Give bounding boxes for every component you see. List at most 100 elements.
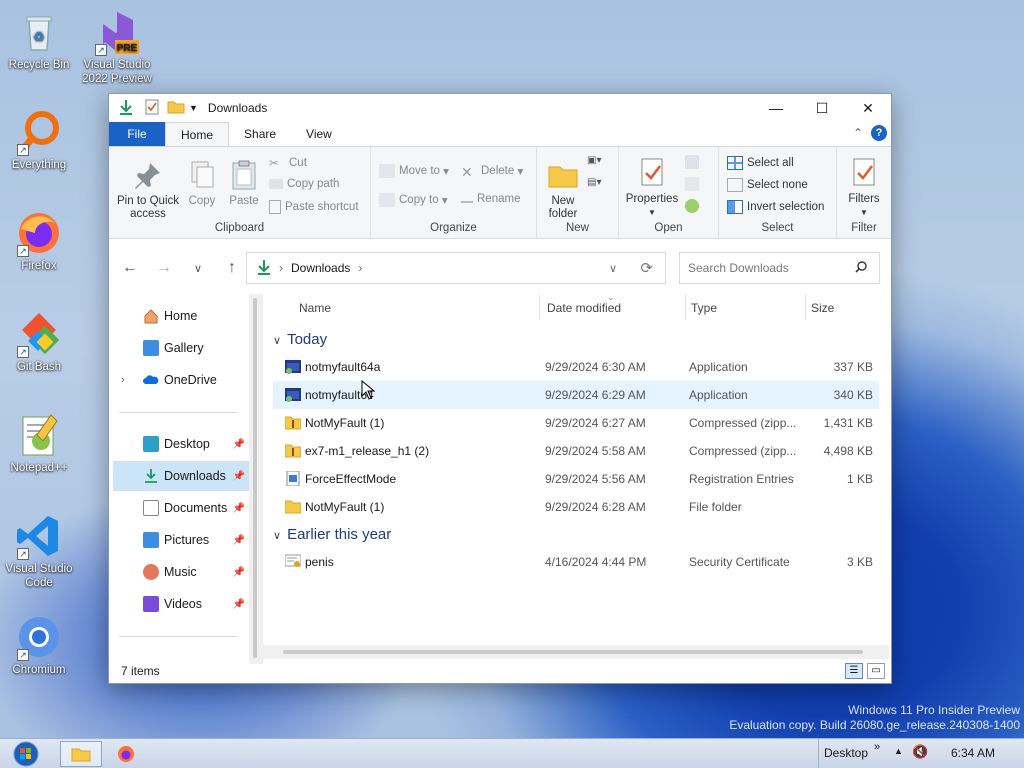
collapse-chevron-icon[interactable]: ∨ xyxy=(273,335,281,347)
show-hidden-icons-icon[interactable]: ▲ xyxy=(894,746,903,756)
tab-share[interactable]: Share xyxy=(229,122,291,146)
search-input[interactable]: Search Downloads xyxy=(688,261,789,275)
tab-view[interactable]: View xyxy=(291,122,347,146)
title-bar[interactable]: ▼ Downloads — ☐ ✕ xyxy=(109,94,891,122)
desktop-icon-everything[interactable]: ↗ Everything xyxy=(2,108,76,172)
close-button[interactable]: ✕ xyxy=(845,94,891,122)
windows-start-orb-icon xyxy=(13,741,39,766)
column-header-size[interactable]: Size xyxy=(811,301,834,315)
quick-access-dropdown-icon[interactable]: ▼ xyxy=(189,103,198,113)
desktop-icon-chromium[interactable]: ↗ Chromium xyxy=(2,613,76,677)
tab-file[interactable]: File xyxy=(109,122,165,146)
address-dropdown-icon[interactable]: ∨ xyxy=(609,262,617,275)
navigation-pane: Home Gallery › OneDrive Desktop 📌 Download… xyxy=(109,294,249,660)
file-list-horizontal-scrollbar[interactable] xyxy=(263,645,889,659)
clock[interactable]: 6:34 AM xyxy=(951,746,995,760)
volume-muted-icon[interactable]: 🔇 xyxy=(912,744,928,760)
collapse-ribbon-icon[interactable]: ⌃ xyxy=(853,126,863,140)
pin-icon[interactable]: 📌 xyxy=(233,567,245,578)
invert-selection-button[interactable]: Invert selection xyxy=(727,200,824,214)
tab-home[interactable]: Home xyxy=(165,122,230,146)
file-row[interactable]: ex7-m1_release_h1 (2) 9/29/2024 5:58 AM … xyxy=(273,437,879,465)
new-item-icon[interactable]: ▣▾ xyxy=(587,155,601,166)
desktop-icon-visual-studio-preview[interactable]: PRE ↗ Visual Studio 2022 Preview xyxy=(80,8,154,86)
up-arrow-icon[interactable]: ↑ xyxy=(215,259,249,277)
desktop-icon-notepad-plus-plus[interactable]: Notepad++ xyxy=(2,411,76,475)
pin-icon[interactable]: 📌 xyxy=(233,439,245,450)
nav-item-music[interactable]: Music 📌 xyxy=(113,557,249,587)
group-header-earlier-this-year[interactable]: ∨ Earlier this year xyxy=(273,526,391,543)
nav-pane-scrollbar[interactable] xyxy=(249,294,263,664)
properties-quick-icon[interactable] xyxy=(145,99,159,118)
file-row[interactable]: ForceEffectMode 9/29/2024 5:56 AM Regist… xyxy=(273,465,879,493)
taskbar-firefox[interactable] xyxy=(112,741,140,767)
nav-item-desktop[interactable]: Desktop 📌 xyxy=(113,429,249,459)
breadcrumb-chevron-icon[interactable]: › xyxy=(358,261,362,275)
paste-shortcut-button[interactable]: Paste shortcut xyxy=(269,200,359,214)
maximize-button[interactable]: ☐ xyxy=(799,94,845,122)
desktop-toolbar-label[interactable]: Desktop xyxy=(824,746,868,760)
filters-button[interactable]: Filters ▼ xyxy=(841,157,887,219)
forward-arrow-icon[interactable]: → xyxy=(147,259,181,277)
nav-item-gallery[interactable]: Gallery xyxy=(113,333,249,363)
file-row[interactable]: NotMyFault (1) 9/29/2024 6:28 AM File fo… xyxy=(273,493,879,521)
minimize-button[interactable]: — xyxy=(753,94,799,122)
help-icon[interactable]: ? xyxy=(871,125,887,141)
column-header-date-modified[interactable]: Date modified xyxy=(547,301,621,315)
desktop-icon-git-bash[interactable]: ↗ Git Bash xyxy=(2,310,76,374)
pin-icon[interactable]: 📌 xyxy=(233,503,245,514)
refresh-icon[interactable]: ⟳ xyxy=(640,259,653,277)
desktop-icon-vscode[interactable]: ↗ Visual Studio Code xyxy=(2,512,76,590)
open-icon[interactable] xyxy=(685,155,699,169)
edit-icon[interactable] xyxy=(685,177,699,191)
new-folder-quick-icon[interactable] xyxy=(167,100,185,117)
file-row[interactable]: penis 4/16/2024 4:44 PM Security Certifi… xyxy=(273,548,879,576)
details-view-icon[interactable]: ☰ xyxy=(845,663,863,679)
desktop-icon-recycle-bin[interactable]: ♻ Recycle Bin xyxy=(2,8,76,72)
breadcrumb-downloads[interactable]: Downloads xyxy=(291,261,350,275)
back-arrow-icon[interactable]: ← xyxy=(113,259,147,277)
recent-locations-icon[interactable]: ∨ xyxy=(181,262,215,275)
search-box[interactable]: Search Downloads xyxy=(679,252,880,284)
properties-button[interactable]: Properties ▼ xyxy=(623,157,681,219)
address-bar[interactable]: › Downloads › ∨ ⟳ xyxy=(246,252,666,284)
column-header-name[interactable]: Name xyxy=(299,301,331,315)
nav-item-videos[interactable]: Videos 📌 xyxy=(113,589,249,619)
group-header-today[interactable]: ∨ Today xyxy=(273,331,327,348)
nav-item-home[interactable]: Home xyxy=(113,301,249,331)
cut-button[interactable]: ✂ Cut xyxy=(269,156,307,170)
start-button[interactable] xyxy=(6,740,46,768)
column-header-type[interactable]: Type xyxy=(691,301,717,315)
file-row[interactable]: NotMyFault (1) 9/29/2024 6:27 AM Compres… xyxy=(273,409,879,437)
rename-button[interactable]: Rename xyxy=(461,193,520,205)
expand-chevron-icon[interactable]: › xyxy=(121,374,125,386)
desktop-icon-firefox[interactable]: ↗ Firefox xyxy=(2,209,76,273)
large-icons-view-icon[interactable]: ▭ xyxy=(867,663,885,679)
pin-quick-access-button[interactable]: Pin to Quick access xyxy=(115,159,181,221)
delete-button[interactable]: ✕ Delete ▾ xyxy=(461,164,523,180)
copy-to-button[interactable]: Copy to ▾ xyxy=(379,193,448,207)
taskbar-file-explorer[interactable] xyxy=(60,740,102,767)
select-all-button[interactable]: Select all xyxy=(727,156,794,170)
easy-access-icon[interactable]: ▤▾ xyxy=(587,177,601,188)
nav-item-documents[interactable]: Documents 📌 xyxy=(113,493,249,523)
file-row[interactable]: notmyfault64 9/29/2024 6:29 AM Applicati… xyxy=(273,379,879,409)
new-folder-button[interactable]: New folder xyxy=(541,159,585,221)
ribbon: Pin to Quick access Copy Paste ✂ Cut Copy… xyxy=(109,146,891,239)
collapse-chevron-icon[interactable]: ∨ xyxy=(273,530,281,542)
move-to-button[interactable]: Move to ▾ xyxy=(379,164,449,178)
paste-button[interactable]: Paste xyxy=(225,159,263,208)
pin-icon[interactable]: 📌 xyxy=(233,471,245,482)
file-row[interactable]: notmyfault64a 9/29/2024 6:30 AM Applicat… xyxy=(273,353,879,381)
pin-icon[interactable]: 📌 xyxy=(233,535,245,546)
nav-item-downloads[interactable]: Downloads 📌 xyxy=(113,461,249,491)
toolbar-chevron-icon[interactable]: » xyxy=(874,741,880,753)
copy-path-button[interactable]: Copy path xyxy=(269,178,339,190)
copy-button[interactable]: Copy xyxy=(183,159,221,208)
history-icon[interactable] xyxy=(685,199,699,213)
pin-icon[interactable]: 📌 xyxy=(233,599,245,610)
application-icon xyxy=(285,387,301,402)
nav-item-pictures[interactable]: Pictures 📌 xyxy=(113,525,249,555)
nav-item-onedrive[interactable]: › OneDrive xyxy=(113,365,249,395)
select-none-button[interactable]: Select none xyxy=(727,178,808,192)
